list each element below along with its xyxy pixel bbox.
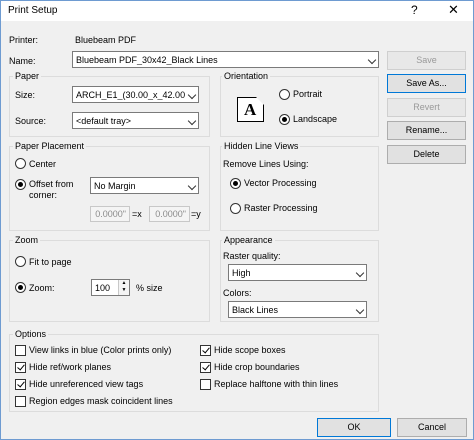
offset-value: No Margin [94, 181, 136, 191]
printer-value: Bluebeam PDF [75, 35, 137, 45]
option-checkbox[interactable] [15, 345, 26, 356]
zoom-suffix: % size [136, 283, 163, 293]
cancel-button[interactable]: Cancel [397, 418, 467, 437]
option-checkbox[interactable] [200, 345, 211, 356]
chevron-down-icon [187, 181, 197, 191]
zoom-group-title: Zoom [13, 235, 41, 245]
appearance-group-title: Appearance [222, 235, 275, 245]
offset-x-suffix: =x [132, 209, 142, 219]
offset-label-line1: Offset from [29, 179, 74, 189]
option-checkbox[interactable] [15, 396, 26, 407]
colors-value: Black Lines [232, 305, 279, 315]
landscape-page-icon: A [237, 97, 264, 122]
save-as-button[interactable]: Save As... [387, 74, 466, 93]
raster-quality-dropdown[interactable]: High [228, 264, 367, 281]
paper-source-dropdown[interactable]: <default tray> [72, 112, 199, 129]
printer-label: Printer: [9, 35, 39, 45]
hidden-line-views-title: Hidden Line Views [222, 141, 301, 151]
option-checkbox[interactable] [15, 379, 26, 390]
save-button[interactable]: Save [387, 51, 466, 70]
name-dropdown-value: Bluebeam PDF_30x42_Black Lines [76, 55, 218, 65]
landscape-radio[interactable] [279, 114, 290, 125]
fit-to-page-label: Fit to page [29, 257, 72, 267]
portrait-label: Portrait [293, 89, 323, 99]
option-label: Hide scope boxes [214, 345, 286, 355]
center-label: Center [29, 159, 57, 169]
help-icon[interactable]: ? [411, 3, 418, 17]
offset-radio[interactable] [15, 179, 26, 190]
window-title: Print Setup [8, 5, 58, 16]
vector-processing-label: Vector Processing [244, 178, 317, 188]
paper-group-title: Paper [13, 71, 42, 81]
ok-button[interactable]: OK [317, 418, 391, 437]
option-label: Hide unreferenced view tags [29, 379, 144, 389]
chevron-down-icon [355, 305, 365, 315]
title-bar: Print Setup ? ✕ [1, 1, 473, 21]
colors-label: Colors: [223, 288, 252, 298]
option-label: Hide crop boundaries [214, 362, 300, 372]
option-checkbox[interactable] [200, 362, 211, 373]
name-label: Name: [9, 56, 36, 66]
fit-to-page-radio[interactable] [15, 256, 26, 267]
chevron-down-icon [187, 116, 197, 126]
offset-dropdown[interactable]: No Margin [90, 177, 199, 194]
zoom-percent-value: 100 [95, 283, 111, 293]
rename-button[interactable]: Rename... [387, 121, 466, 140]
orientation-group-title: Orientation [222, 71, 271, 81]
options-group-title: Options [13, 329, 49, 339]
colors-dropdown[interactable]: Black Lines [228, 301, 367, 318]
revert-button[interactable]: Revert [387, 98, 466, 117]
zoom-radio[interactable] [15, 282, 26, 293]
paper-source-label: Source: [15, 116, 47, 126]
option-label: View links in blue (Color prints only) [29, 345, 172, 355]
raster-processing-label: Raster Processing [244, 203, 318, 213]
landscape-label: Landscape [293, 114, 338, 124]
raster-quality-value: High [232, 268, 251, 278]
offset-x-field[interactable]: 0.0000" [90, 206, 130, 222]
print-setup-dialog: Print Setup ? ✕ Printer: Bluebeam PDF Na… [0, 0, 474, 440]
paper-size-value: ARCH_E1_(30.00_x_42.00 [76, 90, 186, 100]
portrait-radio[interactable] [279, 89, 290, 100]
raster-processing-radio[interactable] [230, 203, 241, 214]
spin-arrows-icon[interactable]: ▲ ▼ [118, 280, 129, 295]
option-checkbox[interactable] [200, 379, 211, 390]
chevron-down-icon [355, 268, 365, 278]
zoom-percent-input[interactable]: 100 ▲ ▼ [91, 279, 130, 296]
offset-label-line2: corner: [29, 190, 58, 200]
paper-source-value: <default tray> [76, 116, 132, 126]
chevron-down-icon [187, 90, 197, 100]
name-dropdown[interactable]: Bluebeam PDF_30x42_Black Lines [72, 51, 379, 68]
close-icon[interactable]: ✕ [448, 2, 459, 18]
option-label: Region edges mask coincident lines [29, 396, 173, 406]
zoom-label: Zoom: [29, 283, 55, 293]
center-radio[interactable] [15, 158, 26, 169]
delete-button[interactable]: Delete [387, 145, 466, 164]
option-checkbox[interactable] [15, 362, 26, 373]
vector-processing-radio[interactable] [230, 178, 241, 189]
option-label: Replace halftone with thin lines [214, 379, 339, 389]
raster-quality-label: Raster quality: [223, 251, 281, 261]
paper-size-dropdown[interactable]: ARCH_E1_(30.00_x_42.00 [72, 86, 199, 103]
offset-y-field[interactable]: 0.0000" [149, 206, 190, 222]
paper-placement-title: Paper Placement [13, 141, 87, 151]
remove-lines-label: Remove Lines Using: [223, 159, 309, 169]
offset-y-suffix: =y [191, 209, 201, 219]
chevron-down-icon [367, 55, 377, 65]
paper-size-label: Size: [15, 90, 36, 100]
option-label: Hide ref/work planes [29, 362, 112, 372]
